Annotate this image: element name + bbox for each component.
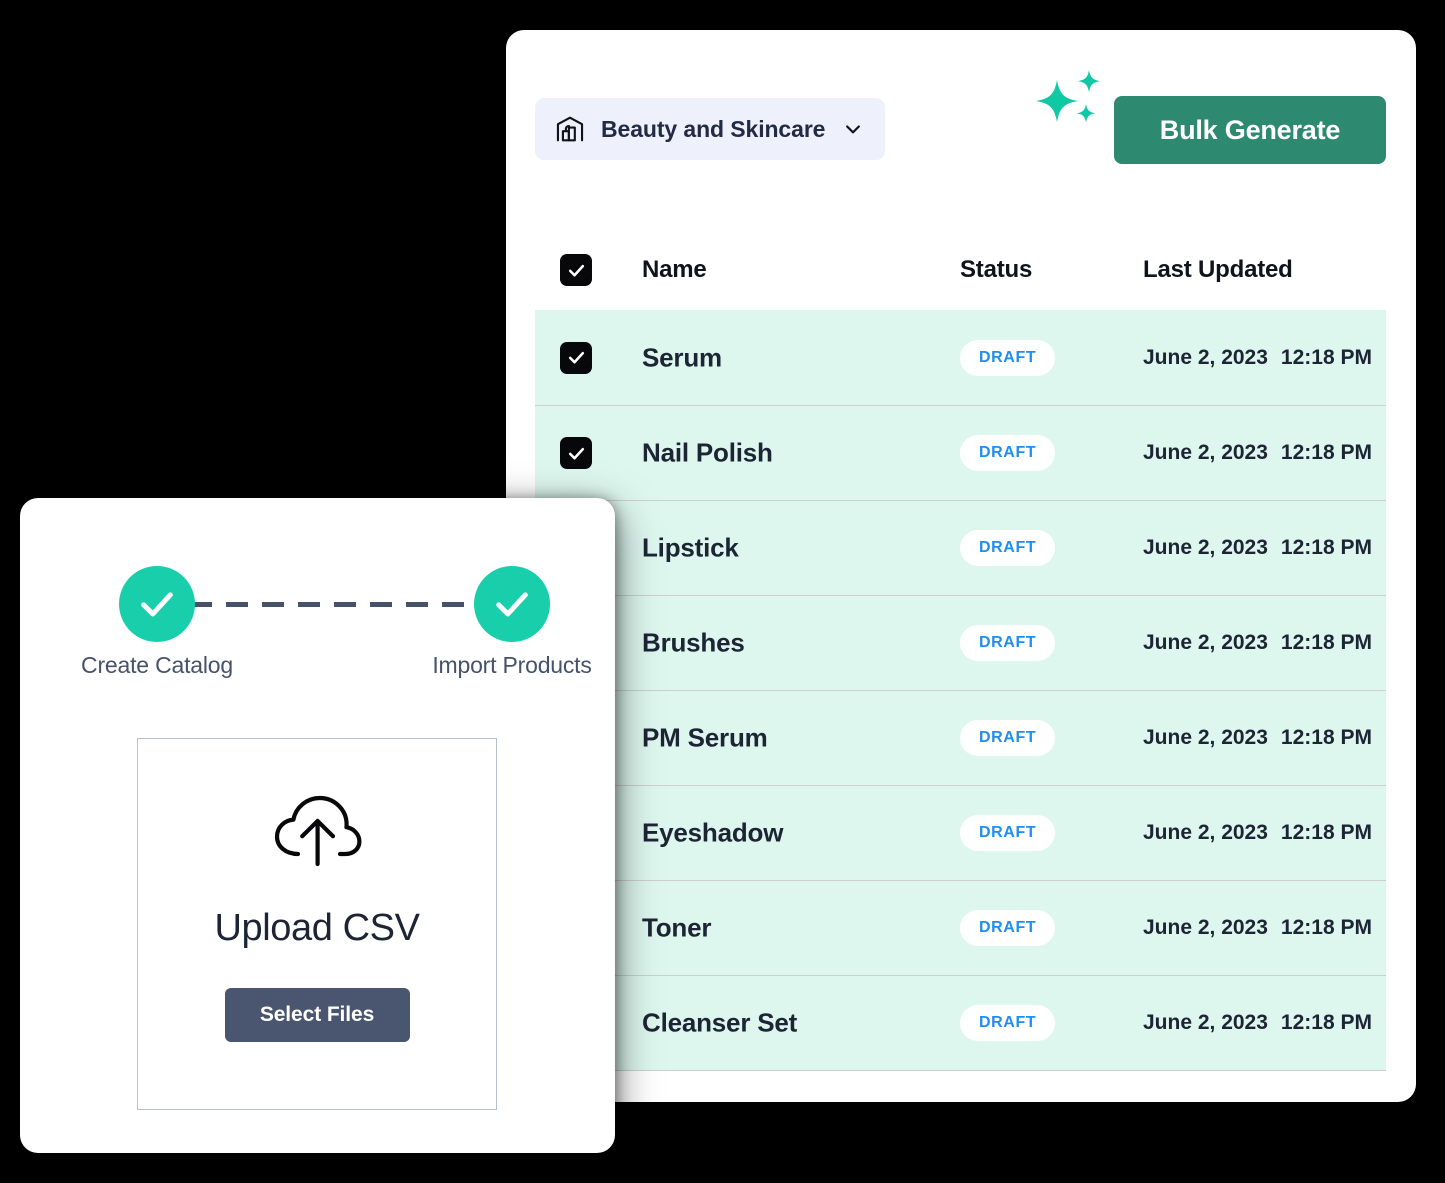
product-name: Lipstick bbox=[642, 532, 739, 563]
last-updated-date: June 2, 2023 bbox=[1143, 916, 1268, 939]
stepper-step-label: Import Products bbox=[432, 652, 592, 678]
last-updated-cell: June 2, 2023 12:18 PM bbox=[1143, 346, 1372, 370]
product-name: Toner bbox=[642, 912, 712, 943]
status-badge: DRAFT bbox=[960, 1005, 1056, 1041]
status-badge: DRAFT bbox=[960, 815, 1056, 851]
status-badge: DRAFT bbox=[960, 910, 1056, 946]
select-files-button[interactable]: Select Files bbox=[224, 988, 410, 1042]
status-badge: DRAFT bbox=[960, 625, 1056, 661]
stepper-step-create-catalog[interactable]: Create Catalog bbox=[72, 566, 242, 679]
product-name: Nail Polish bbox=[642, 437, 773, 468]
warehouse-icon bbox=[553, 112, 587, 146]
last-updated-time: 12:18 PM bbox=[1280, 536, 1372, 559]
bulk-generate-button[interactable]: Bulk Generate bbox=[1114, 96, 1386, 164]
catalog-selector[interactable]: Beauty and Skincare bbox=[535, 98, 886, 160]
products-panel: Beauty and Skincare Bulk Generate Name S… bbox=[506, 30, 1416, 1102]
last-updated-date: June 2, 2023 bbox=[1143, 345, 1268, 369]
table-header-row: Name Status Last Updated bbox=[535, 230, 1387, 310]
table-row[interactable]: Eyeshadow DRAFT June 2, 2023 12:18 PM bbox=[535, 785, 1386, 880]
last-updated-time: 12:18 PM bbox=[1280, 821, 1372, 844]
product-name: Eyeshadow bbox=[642, 817, 784, 848]
last-updated-cell: June 2, 2023 12:18 PM bbox=[1143, 441, 1372, 465]
last-updated-cell: June 2, 2023 12:18 PM bbox=[1143, 631, 1372, 655]
last-updated-date: June 2, 2023 bbox=[1143, 1011, 1268, 1034]
last-updated-time: 12:18 PM bbox=[1280, 916, 1372, 939]
products-toolbar: Beauty and Skincare Bulk Generate bbox=[506, 30, 1416, 230]
column-header-last-updated: Last Updated bbox=[1143, 256, 1293, 283]
status-badge-label: DRAFT bbox=[960, 435, 1056, 471]
import-stepper: Create Catalog Import Products bbox=[20, 566, 615, 686]
last-updated-cell: June 2, 2023 12:18 PM bbox=[1143, 726, 1372, 750]
sparkles-icon bbox=[1034, 62, 1112, 140]
upload-title: Upload CSV bbox=[214, 907, 420, 949]
check-circle-icon bbox=[474, 566, 550, 642]
last-updated-time: 12:18 PM bbox=[1280, 631, 1372, 654]
status-badge-label: DRAFT bbox=[960, 910, 1056, 946]
status-badge-label: DRAFT bbox=[960, 339, 1056, 376]
last-updated-cell: June 2, 2023 12:18 PM bbox=[1143, 916, 1372, 940]
table-row[interactable]: PM Serum DRAFT June 2, 2023 12:18 PM bbox=[535, 690, 1386, 785]
status-badge: DRAFT bbox=[960, 435, 1056, 471]
table-row[interactable]: Cleanser Set DRAFT June 2, 2023 12:18 PM bbox=[535, 975, 1386, 1070]
status-badge-label: DRAFT bbox=[960, 625, 1056, 661]
products-table: Name Status Last Updated Serum DRAFT Jun… bbox=[506, 230, 1416, 1102]
last-updated-date: June 2, 2023 bbox=[1143, 726, 1268, 749]
status-badge: DRAFT bbox=[960, 339, 1056, 376]
upload-dropzone[interactable]: Upload CSV Select Files bbox=[137, 738, 497, 1110]
product-name: PM Serum bbox=[642, 722, 768, 753]
import-panel: Create Catalog Import Products Upload CS… bbox=[20, 498, 615, 1153]
stepper-step-import-products[interactable]: Import Products bbox=[427, 566, 597, 679]
catalog-selector-label: Beauty and Skincare bbox=[601, 115, 826, 142]
status-badge-label: DRAFT bbox=[960, 530, 1056, 566]
product-name: Brushes bbox=[642, 627, 745, 658]
stepper-step-label: Create Catalog bbox=[81, 652, 233, 678]
last-updated-date: June 2, 2023 bbox=[1143, 821, 1268, 844]
column-header-name: Name bbox=[642, 256, 707, 283]
last-updated-cell: June 2, 2023 12:18 PM bbox=[1143, 1011, 1372, 1035]
product-name: Cleanser Set bbox=[642, 1007, 798, 1038]
cloud-upload-icon bbox=[265, 791, 369, 871]
last-updated-date: June 2, 2023 bbox=[1143, 536, 1268, 559]
status-badge: DRAFT bbox=[960, 530, 1056, 566]
chevron-down-icon bbox=[843, 119, 863, 139]
screenshot-canvas: Beauty and Skincare Bulk Generate Name S… bbox=[0, 0, 1445, 1183]
status-badge-label: DRAFT bbox=[960, 1005, 1056, 1041]
last-updated-time: 12:18 PM bbox=[1280, 1011, 1372, 1034]
row-checkbox[interactable] bbox=[560, 341, 592, 374]
table-row[interactable]: Brushes DRAFT June 2, 2023 12:18 PM bbox=[535, 595, 1386, 690]
last-updated-cell: June 2, 2023 12:18 PM bbox=[1143, 536, 1372, 560]
status-badge-label: DRAFT bbox=[960, 720, 1056, 756]
table-row[interactable]: Serum DRAFT June 2, 2023 12:18 PM bbox=[535, 310, 1386, 405]
table-bottom-spacer bbox=[535, 1070, 1386, 1102]
last-updated-date: June 2, 2023 bbox=[1143, 441, 1268, 464]
table-row[interactable]: Toner DRAFT June 2, 2023 12:18 PM bbox=[535, 880, 1386, 975]
last-updated-time: 12:18 PM bbox=[1280, 441, 1372, 464]
product-name: Serum bbox=[642, 342, 722, 372]
table-row[interactable]: Lipstick DRAFT June 2, 2023 12:18 PM bbox=[535, 500, 1386, 595]
last-updated-time: 12:18 PM bbox=[1280, 345, 1372, 369]
select-all-checkbox[interactable] bbox=[560, 254, 592, 286]
last-updated-time: 12:18 PM bbox=[1280, 726, 1372, 749]
last-updated-cell: June 2, 2023 12:18 PM bbox=[1143, 821, 1372, 845]
row-checkbox[interactable] bbox=[560, 437, 592, 469]
check-circle-icon bbox=[119, 566, 195, 642]
column-header-status: Status bbox=[960, 256, 1033, 283]
status-badge-label: DRAFT bbox=[960, 815, 1056, 851]
table-row[interactable]: Nail Polish DRAFT June 2, 2023 12:18 PM bbox=[535, 405, 1386, 500]
status-badge: DRAFT bbox=[960, 720, 1056, 756]
last-updated-date: June 2, 2023 bbox=[1143, 631, 1268, 654]
